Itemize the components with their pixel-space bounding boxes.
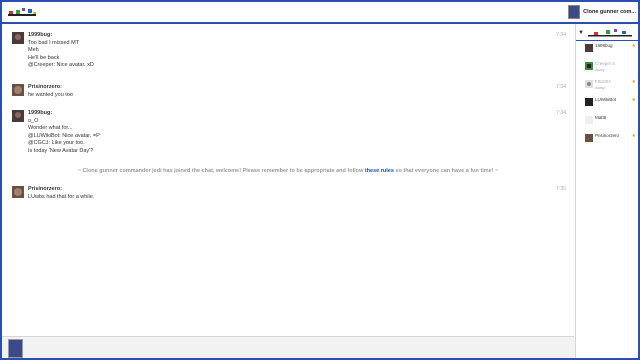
chat-window: Clone gunner com... 1999bug: Too bad I m… [2,2,638,358]
message-text: Is today 'New Avatar Day'? [28,147,94,154]
current-user-name: Clone gunner com... [583,9,636,15]
user-name: FB1002 [595,79,611,84]
user-list-item[interactable]: LUWikiBot ★ [576,96,638,110]
user-avatar [585,134,593,142]
message-username[interactable]: Prisinorzero: [28,186,548,194]
message-text: Too bad I missed MT [28,39,80,46]
message-text: LUwbs had that for a while. [28,193,95,200]
user-list-item[interactable]: Matt6 [576,114,638,128]
star-icon: ★ [631,97,636,103]
star-icon: ★ [631,133,636,139]
message-text: He'll be back [28,54,60,61]
message-time: 7:35 [556,186,566,192]
message-text: @LUWikiBot: Nice avatar. =P [28,132,100,139]
my-avatar [8,339,23,358]
message-text: Wonder what for... [28,125,73,131]
user-avatar [585,116,593,124]
message-time: 7:34 [556,84,566,90]
user-avatar [585,80,593,88]
wiki-logo-small [588,29,632,37]
message-username[interactable]: 1999bug: [28,110,548,118]
user-name: Creeper 5 [595,61,616,66]
message-username[interactable]: Prisinorzero: [28,84,548,92]
current-user-menu[interactable]: Clone gunner com... [568,5,636,19]
message-text: o_O [28,117,39,124]
user-avatar [585,62,593,70]
join-notice: ~ Clone gunner commander jedi has joined… [2,168,574,174]
chevron-down-icon[interactable]: ▼ [578,30,584,36]
chat-log[interactable]: 1999bug: Too bad I missed MT Meh He'll b… [2,24,574,336]
user-name: LUWikiBot [595,97,617,102]
user-name: Matt6 [595,115,607,120]
user-list: 1999bug ★ Creeper 5 Away FB1002 Away ★ L… [576,42,638,150]
user-list-sidebar: ▼ 1999bug ★ Creeper 5 Away FB1002 Away ★… [575,24,638,358]
notice-text-before: ~ Clone gunner commander jedi has joined… [77,168,365,174]
message-time: 7:34 [556,32,566,38]
message-text: @Creeper: Nice avatar. xD [28,62,94,68]
user-list-item[interactable]: 1999bug ★ [576,42,638,56]
user-avatar [585,98,593,106]
notice-text-after: so that everyone can have a fun time! ~ [393,168,499,174]
message-text: Meh [28,47,39,53]
user-avatar[interactable] [12,110,24,122]
rules-link[interactable]: these rules [365,168,394,174]
user-avatar[interactable] [12,186,24,198]
user-status: Away [595,67,605,72]
user-avatar[interactable] [12,84,24,96]
user-avatar [585,44,593,52]
star-icon: ★ [631,79,636,85]
user-status: Away [595,85,605,90]
current-user-avatar [568,5,581,19]
message-text: he wanted you too [28,91,73,98]
user-list-item[interactable]: Creeper 5 Away [576,60,638,74]
message-text: @CGCJ: Like your too. [28,140,85,146]
user-name: Prisinorzero [595,133,620,138]
star-icon: ★ [631,43,636,49]
user-avatar[interactable] [12,32,24,44]
top-bar: Clone gunner com... [2,2,638,24]
user-list-item[interactable]: FB1002 Away ★ [576,78,638,92]
user-list-item[interactable]: Prisinorzero ★ [576,132,638,146]
message-input-bar [2,336,575,358]
message-username[interactable]: 1999bug: [28,32,548,40]
wiki-logo[interactable] [6,7,38,19]
message-time: 7:34 [556,110,566,116]
sidebar-header[interactable]: ▼ [576,26,638,41]
user-name: 1999bug [595,43,613,48]
message-input[interactable] [26,340,575,357]
